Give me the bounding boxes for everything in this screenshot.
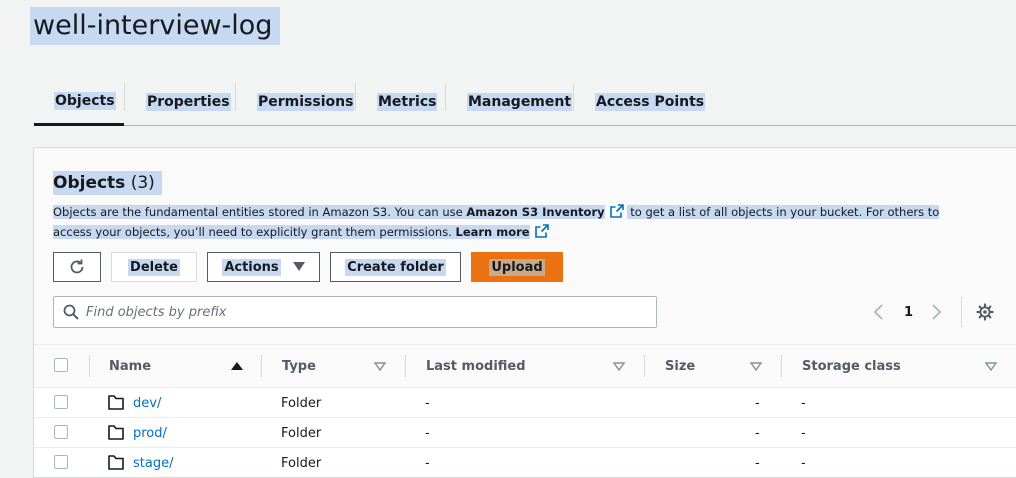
external-link-icon[interactable]	[609, 204, 624, 218]
column-divider	[781, 355, 782, 377]
upload-label: Upload	[489, 258, 545, 276]
table-row[interactable]: prod/ Folder - - -	[34, 418, 1016, 448]
upload-button[interactable]: Upload	[471, 252, 563, 282]
actions-label: Actions	[222, 258, 281, 276]
create-folder-button[interactable]: Create folder	[330, 252, 461, 282]
column-header-size[interactable]: Size	[665, 345, 695, 387]
object-storage-class: -	[801, 455, 806, 471]
select-all-checkbox[interactable]	[54, 358, 68, 372]
objects-description: Objects are the fundamental entities sto…	[53, 202, 953, 242]
tab-divider	[124, 83, 125, 111]
object-type: Folder	[281, 455, 322, 471]
tab-permissions-label: Permissions	[257, 92, 355, 111]
tab-metrics-label: Metrics	[377, 92, 438, 111]
delete-button-label: Delete	[128, 258, 180, 276]
table-row[interactable]: dev/ Folder - - -	[34, 388, 1016, 418]
tab-properties[interactable]: Properties	[146, 78, 231, 125]
external-link-icon[interactable]	[534, 224, 549, 238]
create-folder-label: Create folder	[345, 258, 446, 276]
sort-icon[interactable]	[373, 359, 387, 373]
page-title: well-interview-log	[30, 7, 281, 45]
sort-ascending-icon[interactable]	[230, 359, 244, 373]
column-divider	[89, 355, 90, 377]
refresh-icon	[70, 259, 84, 274]
objects-heading-label: Objects	[53, 173, 126, 193]
table-row[interactable]: stage/ Folder - - -	[34, 448, 1016, 478]
object-size: -	[755, 425, 760, 441]
column-header-type[interactable]: Type	[282, 345, 316, 387]
object-name-link[interactable]: prod/	[133, 418, 167, 448]
tab-access-points[interactable]: Access Points	[595, 78, 706, 125]
object-storage-class: -	[801, 425, 806, 441]
search-input[interactable]	[86, 302, 646, 322]
tab-divider	[355, 83, 356, 111]
tab-metrics[interactable]: Metrics	[377, 78, 438, 125]
column-header-storage-class[interactable]: Storage class	[802, 345, 901, 387]
row-checkbox[interactable]	[54, 395, 68, 409]
objects-heading: Objects (3)	[53, 171, 162, 195]
tab-objects[interactable]: Objects	[34, 78, 124, 126]
actions-dropdown[interactable]: Actions	[207, 252, 320, 282]
column-header-name[interactable]: Name	[109, 345, 151, 387]
row-checkbox[interactable]	[54, 425, 68, 439]
folder-icon	[108, 455, 124, 470]
object-size: -	[755, 455, 760, 471]
object-last-modified: -	[425, 455, 430, 471]
object-size: -	[755, 395, 760, 411]
object-type: Folder	[281, 425, 322, 441]
tab-permissions[interactable]: Permissions	[257, 78, 355, 125]
tab-access-points-label: Access Points	[595, 92, 706, 111]
objects-panel-header: Objects (3) Objects are the fundamental …	[34, 148, 1016, 344]
pagination: 1	[872, 296, 943, 328]
learn-more-link[interactable]: Learn more	[455, 225, 530, 239]
description-text: Objects are the fundamental entities sto…	[53, 205, 467, 219]
tab-divider	[573, 83, 574, 111]
objects-panel: Objects (3) Objects are the fundamental …	[33, 147, 1016, 478]
page-number[interactable]: 1	[904, 305, 913, 320]
tab-management-label: Management	[467, 92, 573, 111]
tab-divider	[235, 83, 236, 111]
row-checkbox[interactable]	[54, 455, 68, 469]
chevron-right-icon[interactable]	[929, 303, 943, 321]
sort-icon[interactable]	[612, 359, 626, 373]
object-last-modified: -	[425, 395, 430, 411]
object-name-link[interactable]: dev/	[133, 388, 161, 418]
folder-icon	[108, 425, 124, 440]
table-header: Name Type Last modified Size Storage cla…	[34, 344, 1016, 388]
gear-icon[interactable]	[976, 303, 994, 321]
delete-button[interactable]: Delete	[111, 252, 197, 282]
column-divider	[644, 355, 645, 377]
column-divider	[405, 355, 406, 377]
search-box[interactable]	[53, 296, 657, 328]
sort-icon[interactable]	[984, 359, 998, 373]
refresh-button[interactable]	[53, 252, 101, 282]
column-header-last-modified[interactable]: Last modified	[426, 345, 526, 387]
tab-bar: Objects Properties Permissions Metrics M…	[34, 78, 1016, 126]
column-divider	[261, 355, 262, 377]
tab-objects-label: Objects	[54, 91, 116, 110]
tab-properties-label: Properties	[146, 92, 231, 111]
object-name-link[interactable]: stage/	[133, 448, 173, 478]
tab-management[interactable]: Management	[467, 78, 573, 125]
object-last-modified: -	[425, 425, 430, 441]
search-icon	[63, 304, 79, 320]
sort-icon[interactable]	[749, 359, 763, 373]
objects-count: (3)	[130, 173, 155, 193]
caret-down-icon	[292, 262, 305, 271]
folder-icon	[108, 395, 124, 410]
object-storage-class: -	[801, 395, 806, 411]
inventory-link[interactable]: Amazon S3 Inventory	[466, 205, 605, 219]
object-type: Folder	[281, 395, 322, 411]
chevron-left-icon[interactable]	[872, 303, 886, 321]
tab-divider	[445, 83, 446, 111]
pager-divider	[961, 297, 962, 327]
